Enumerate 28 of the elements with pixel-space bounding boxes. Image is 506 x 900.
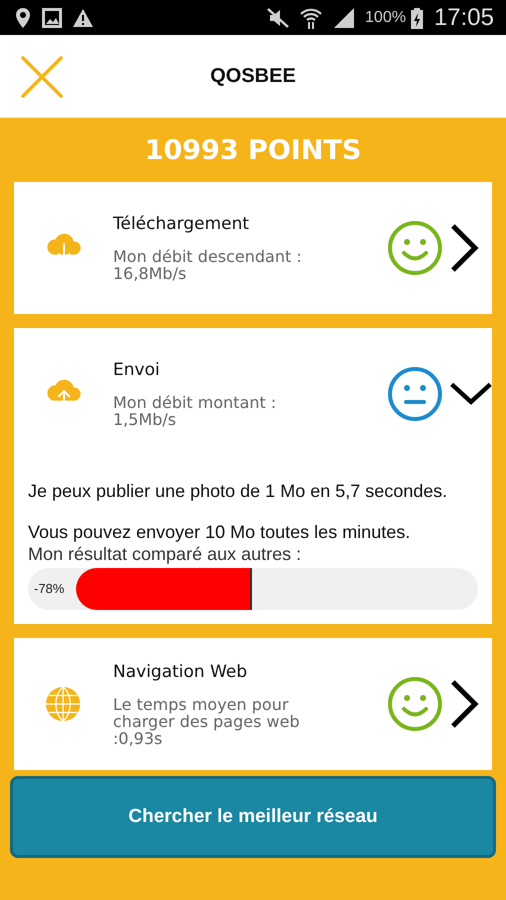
chevron-right-icon [450, 224, 480, 272]
battery-icon [410, 6, 424, 28]
mute-icon [267, 8, 290, 28]
points-total: 10993 POINTS [144, 134, 362, 168]
comparison-label: Mon résultat comparé aux autres : [28, 543, 302, 565]
test-result: Mon débit descendant : 16,8Mb/s [113, 248, 303, 282]
test-title: Téléchargement [113, 214, 250, 234]
test-title: Navigation Web [113, 662, 248, 682]
wifi-icon [299, 6, 324, 28]
globe-icon [44, 685, 82, 723]
chevron-down-icon [450, 381, 492, 407]
test-result: Mon débit montant : 1,5Mb/s [113, 394, 278, 428]
comparison-percent: -78% [33, 580, 66, 598]
collapse-button[interactable] [450, 381, 492, 407]
result-sentence: Vous pouvez envoyer 10 Mo toutes les minutes. [28, 521, 412, 543]
image-icon [42, 8, 62, 28]
test-title: Envoi [113, 360, 161, 380]
result-sentence: Je peux publier une photo de 1 Mo en 5,7 secondes. [28, 480, 448, 502]
close-icon [19, 54, 65, 100]
battery-percent: 100% [365, 8, 406, 26]
find-network-button[interactable]: Chercher le meilleur réseau [10, 776, 496, 858]
app-title: QOSBEE [210, 64, 296, 88]
warning-icon [72, 8, 94, 28]
chevron-right-icon [450, 680, 480, 728]
location-icon [14, 6, 32, 28]
test-result: Le temps moyen pour charger des pages web :0,93s [113, 696, 301, 746]
signal-icon [333, 6, 356, 28]
clock: 17:05 [434, 4, 494, 32]
